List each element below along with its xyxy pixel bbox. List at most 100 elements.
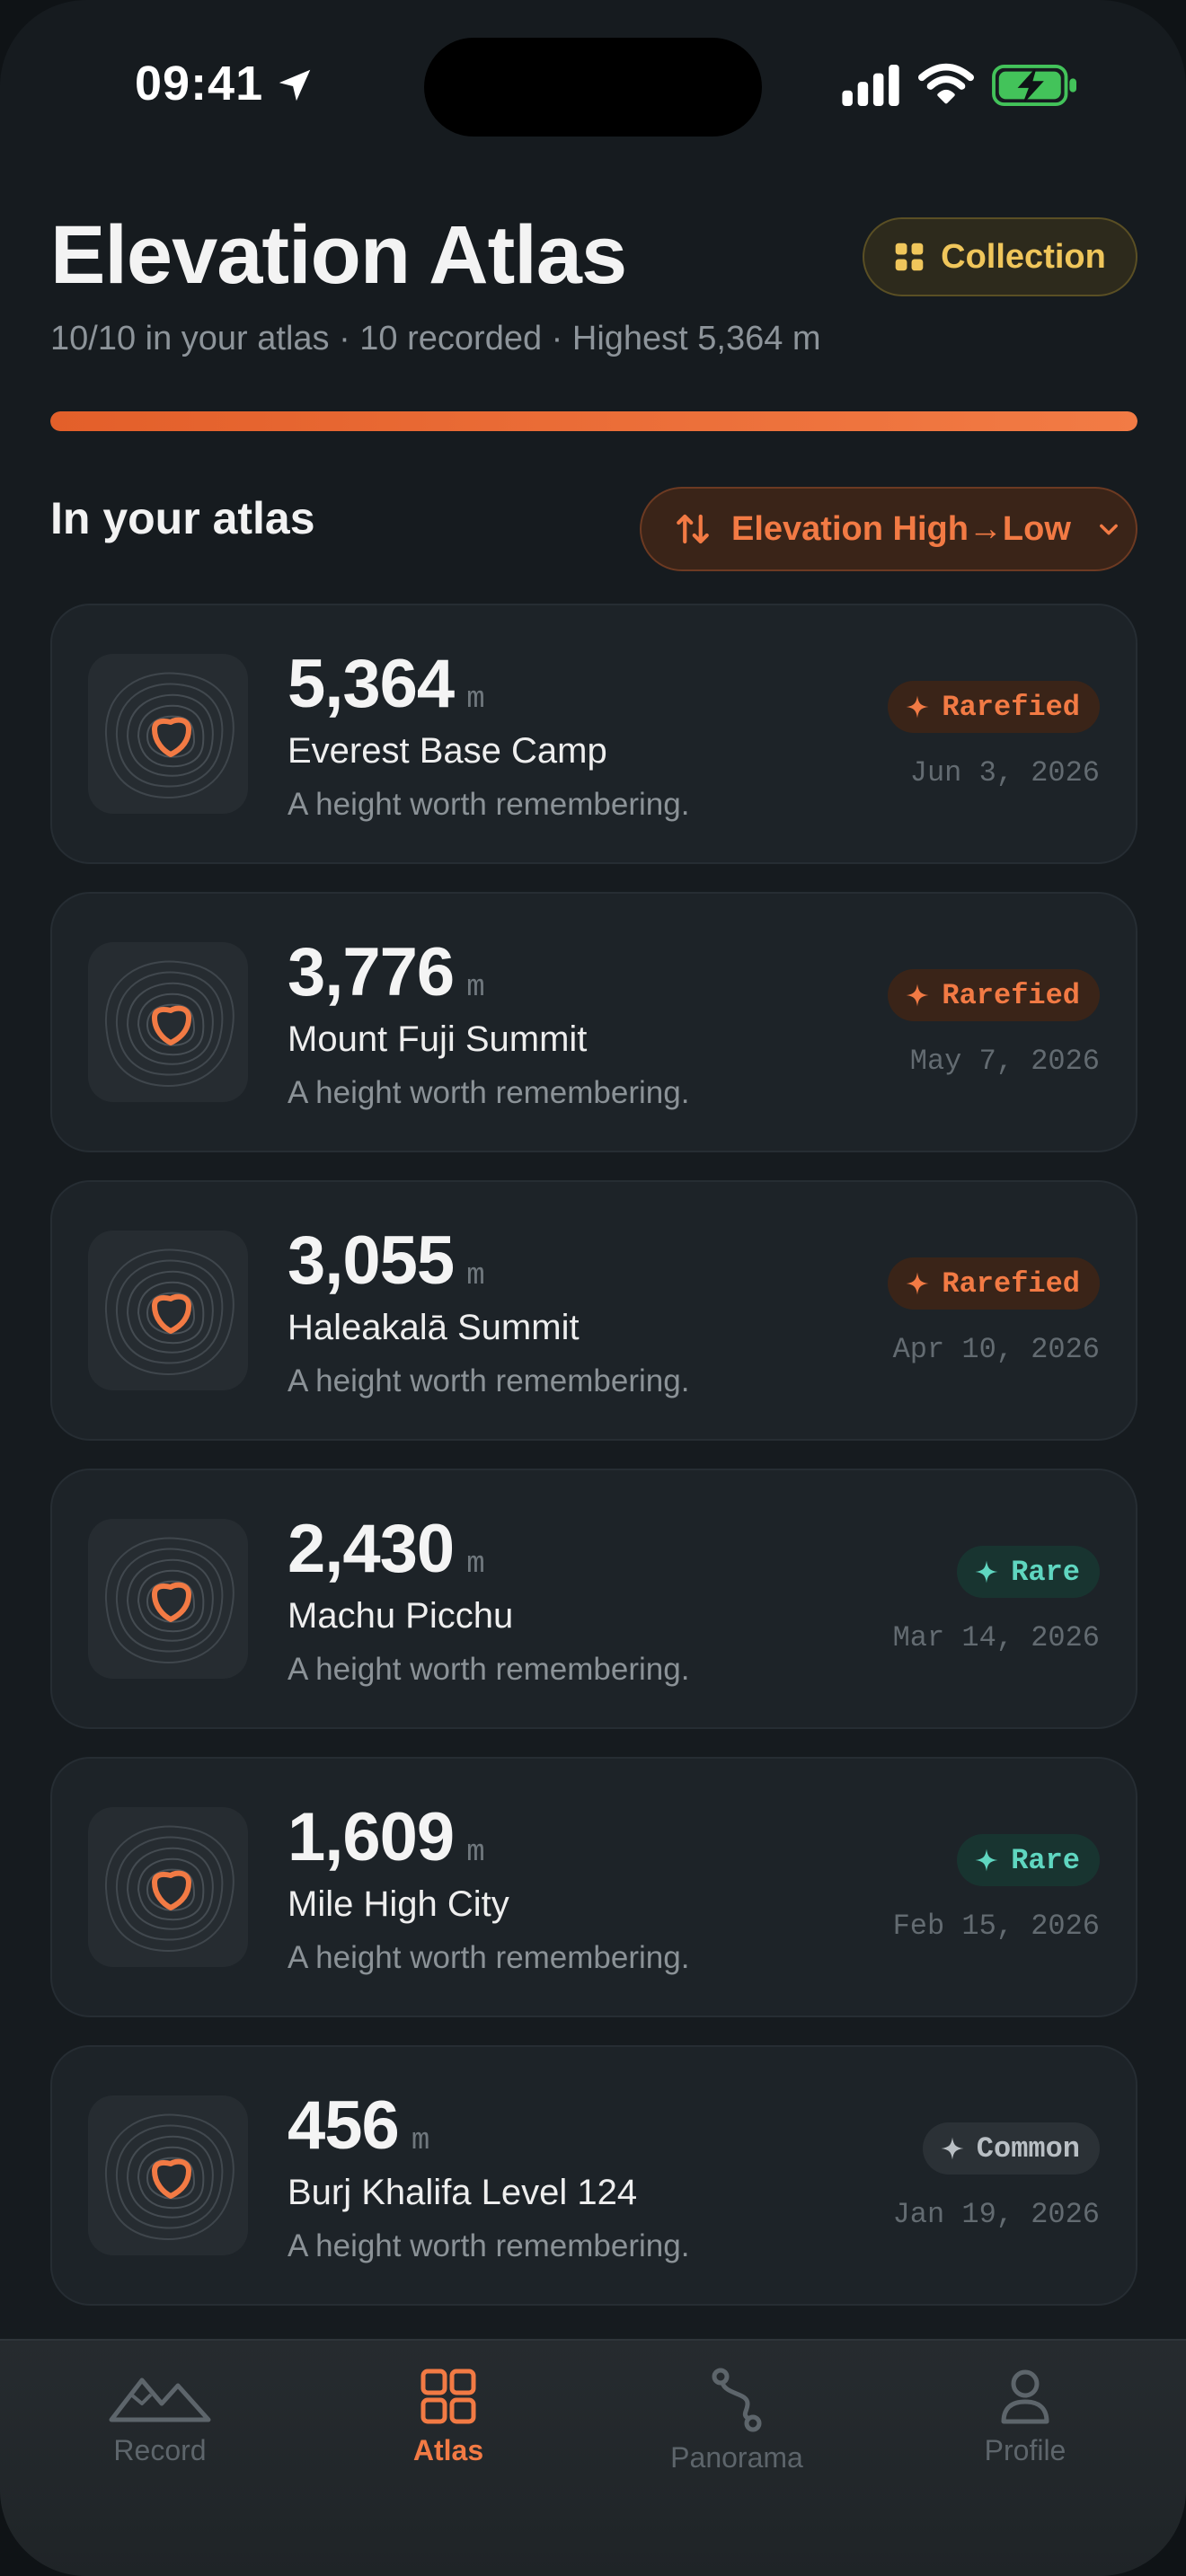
- tier-badge: Rarefied: [888, 969, 1100, 1021]
- tier-badge: Rare: [957, 1546, 1100, 1598]
- topographic-map-icon: [104, 1825, 235, 1952]
- sort-arrows-icon: [677, 514, 709, 544]
- topographic-map-icon: [104, 1248, 235, 1375]
- sparkle-icon: [906, 1272, 929, 1295]
- entry-tagline: A height worth remembering.: [288, 1075, 690, 1110]
- atlas-progress-fill: [50, 411, 1137, 431]
- sparkle-icon: [975, 1560, 998, 1584]
- entry-tagline: A height worth remembering.: [288, 787, 690, 822]
- person-icon: [1001, 2369, 1049, 2424]
- elevation-value: 1,609: [288, 1799, 455, 1875]
- grid-icon: [895, 243, 924, 271]
- tier-badge-label: Common: [976, 2131, 1080, 2166]
- atlas-entry-list: 5,364 m Everest Base Camp A height worth …: [50, 604, 1137, 2333]
- sparkle-icon: [906, 984, 929, 1007]
- topographic-map-icon: [104, 960, 235, 1087]
- topo-thumbnail: [88, 942, 248, 1102]
- atlas-entry-card[interactable]: 456 m Burj Khalifa Level 124 A height wor…: [50, 2045, 1137, 2306]
- tab-panorama-label: Panorama: [670, 2441, 803, 2474]
- atlas-entry-card[interactable]: 2,430 m Machu Picchu A height worth remem…: [50, 1469, 1137, 1729]
- mountains-icon: [109, 2378, 211, 2422]
- sparkle-icon: [941, 2137, 964, 2160]
- tier-badge: Rarefied: [888, 1257, 1100, 1310]
- sparkle-icon: [906, 695, 929, 719]
- section-title: In your atlas: [50, 493, 315, 543]
- wifi-icon: [918, 63, 974, 104]
- atlas-summary: 10/10 in your atlas · 10 recorded · High…: [50, 320, 821, 357]
- entry-tagline: A height worth remembering.: [288, 1940, 690, 1975]
- battery-charging-icon: [992, 65, 1076, 106]
- tier-badge-label: Rarefied: [942, 690, 1080, 724]
- tab-panorama[interactable]: Panorama: [629, 2368, 845, 2475]
- topo-thumbnail: [88, 1519, 248, 1679]
- grid-icon: [420, 2369, 476, 2424]
- tier-badge: Common: [922, 2122, 1100, 2175]
- atlas-entry-card[interactable]: 3,055 m Haleakalā Summit A height worth r…: [50, 1180, 1137, 1441]
- elevation-value: 3,055: [288, 1222, 455, 1299]
- route-icon: [712, 2368, 762, 2432]
- elevation-value: 456: [288, 2087, 400, 2164]
- elevation-unit: m: [466, 1836, 484, 1870]
- place-name: Haleakalā Summit: [288, 1308, 580, 1347]
- elevation-value: 5,364: [288, 646, 455, 722]
- cellular-signal-icon: [842, 65, 899, 106]
- topographic-map-icon: [104, 672, 235, 798]
- entry-tagline: A height worth remembering.: [288, 1652, 690, 1687]
- collection-button[interactable]: Collection: [863, 217, 1137, 296]
- recorded-date: Jun 3, 2026: [909, 756, 1100, 790]
- entry-tagline: A height worth remembering.: [288, 2228, 690, 2263]
- tier-badge-label: Rare: [1011, 1843, 1080, 1877]
- tier-badge-label: Rare: [1011, 1555, 1080, 1589]
- status-bar: 09:41: [0, 0, 1186, 171]
- tier-badge-label: Rarefied: [942, 1266, 1080, 1301]
- tab-record-label: Record: [113, 2434, 207, 2466]
- tab-profile-label: Profile: [984, 2434, 1067, 2466]
- place-name: Burj Khalifa Level 124: [288, 2173, 638, 2212]
- recorded-date: Jan 19, 2026: [892, 2198, 1100, 2231]
- chevron-down-icon: [1099, 524, 1118, 535]
- sort-dropdown[interactable]: Elevation High→Low: [640, 487, 1137, 571]
- atlas-entry-card[interactable]: 3,776 m Mount Fuji Summit A height worth …: [50, 892, 1137, 1152]
- place-name: Mile High City: [288, 1884, 509, 1924]
- sparkle-icon: [975, 1848, 998, 1872]
- topo-thumbnail: [88, 1807, 248, 1967]
- recorded-date: Apr 10, 2026: [892, 1333, 1100, 1366]
- atlas-progress-bar: [50, 411, 1137, 431]
- tab-atlas[interactable]: Atlas: [341, 2368, 556, 2467]
- place-name: Everest Base Camp: [288, 731, 607, 771]
- tab-record[interactable]: Record: [52, 2368, 268, 2467]
- elevation-unit: m: [466, 683, 484, 717]
- entry-tagline: A height worth remembering.: [288, 1363, 690, 1398]
- place-name: Mount Fuji Summit: [288, 1019, 588, 1059]
- sort-dropdown-label: Elevation High→Low: [731, 509, 1071, 548]
- topo-thumbnail: [88, 1231, 248, 1390]
- recorded-date: Feb 15, 2026: [892, 1910, 1100, 1943]
- atlas-entry-card[interactable]: 1,609 m Mile High City A height worth rem…: [50, 1757, 1137, 2017]
- elevation-unit: m: [466, 1548, 484, 1582]
- collection-button-label: Collection: [941, 237, 1106, 276]
- bottom-tab-bar: Record Atlas Panorama Profile: [0, 2339, 1186, 2576]
- status-time: 09:41: [135, 57, 264, 110]
- tab-atlas-label: Atlas: [412, 2434, 484, 2466]
- atlas-entry-card[interactable]: 5,364 m Everest Base Camp A height worth …: [50, 604, 1137, 864]
- recorded-date: Mar 14, 2026: [892, 1621, 1100, 1654]
- tier-badge: Rare: [957, 1834, 1100, 1886]
- tier-badge: Rarefied: [888, 681, 1100, 733]
- dynamic-island: [424, 38, 762, 137]
- topo-thumbnail: [88, 654, 248, 814]
- location-arrow-icon: [279, 69, 311, 101]
- tier-badge-label: Rarefied: [942, 978, 1080, 1012]
- tab-profile[interactable]: Profile: [917, 2368, 1133, 2467]
- topographic-map-icon: [104, 1537, 235, 1663]
- elevation-value: 3,776: [288, 934, 455, 1010]
- recorded-date: May 7, 2026: [909, 1045, 1100, 1078]
- elevation-unit: m: [466, 971, 484, 1005]
- elevation-value: 2,430: [288, 1511, 455, 1587]
- elevation-unit: m: [466, 1259, 484, 1293]
- app-screen: 09:41 Elevation Atlas Collection 10/10 i…: [0, 0, 1186, 2576]
- topographic-map-icon: [104, 2113, 235, 2240]
- page-title: Elevation Atlas: [50, 209, 627, 301]
- topo-thumbnail: [88, 2095, 248, 2255]
- place-name: Machu Picchu: [288, 1596, 514, 1636]
- elevation-unit: m: [411, 2124, 429, 2158]
